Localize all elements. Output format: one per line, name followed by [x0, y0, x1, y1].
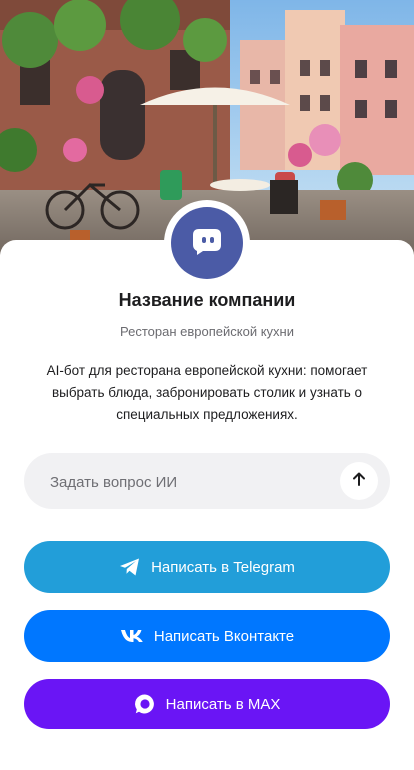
avatar	[171, 207, 243, 279]
vk-icon	[120, 629, 144, 643]
telegram-icon	[119, 557, 141, 577]
chat-bot-icon	[189, 223, 225, 264]
arrow-up-icon	[351, 471, 367, 492]
company-title: Название компании	[118, 290, 296, 310]
vk-button[interactable]: Написать Вконтакте	[24, 610, 390, 662]
max-icon	[134, 693, 156, 715]
max-button[interactable]: Написать в MAX	[24, 679, 390, 729]
ask-ai-box	[24, 453, 390, 511]
max-button-label: Написать в MAX	[165, 695, 281, 713]
telegram-button[interactable]: Написать в Telegram	[24, 541, 390, 593]
company-description: AI-бот для ресторана европейской кухни: …	[46, 363, 368, 422]
telegram-button-label: Написать в Telegram	[151, 558, 295, 576]
ask-ai-input[interactable]	[48, 453, 352, 511]
send-button[interactable]	[340, 462, 378, 500]
company-subtitle: Ресторан европейской кухни	[120, 324, 294, 339]
vk-button-label: Написать Вконтакте	[153, 627, 295, 645]
